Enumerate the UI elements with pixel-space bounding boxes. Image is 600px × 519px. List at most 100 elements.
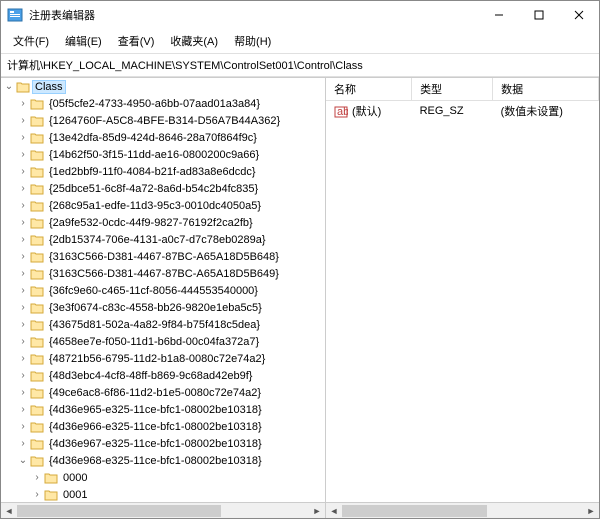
value-type: REG_SZ xyxy=(412,101,493,122)
menu-edit[interactable]: 编辑(E) xyxy=(57,31,110,51)
folder-icon xyxy=(30,166,44,178)
menu-file[interactable]: 文件(F) xyxy=(5,31,57,51)
expander-icon[interactable]: › xyxy=(17,149,29,160)
expander-icon[interactable]: › xyxy=(17,217,29,228)
expander-icon[interactable]: › xyxy=(17,200,29,211)
expander-icon[interactable]: › xyxy=(17,251,29,262)
expander-icon[interactable]: › xyxy=(31,489,43,500)
expander-icon[interactable]: › xyxy=(17,319,29,330)
tree-item-label: {48d3ebc4-4cf8-48ff-b869-9c68ad42eb9f} xyxy=(47,370,254,382)
expander-icon[interactable]: › xyxy=(17,183,29,194)
expander-icon[interactable]: ⌄ xyxy=(3,81,15,92)
col-data[interactable]: 数据 xyxy=(493,78,599,101)
folder-icon xyxy=(30,336,44,348)
tree-item[interactable]: › {4d36e966-e325-11ce-bfc1-08002be10318} xyxy=(17,418,325,435)
tree-item[interactable]: ›{4658ee7e-f050-11d1-b6bd-00c04fa372a7} xyxy=(17,333,325,350)
tree-item[interactable]: ›{4d36e965-e325-11ce-bfc1-08002be10318} xyxy=(17,401,325,418)
tree-item[interactable]: ›{268c95a1-edfe-11d3-95c3-0010dc4050a5} xyxy=(17,197,325,214)
value-row[interactable]: ab(默认) REG_SZ (数值未设置) xyxy=(326,101,599,122)
folder-icon xyxy=(30,200,44,212)
tree-item[interactable]: ›{36fc9e60-c465-11cf-8056-444553540000} xyxy=(17,282,325,299)
content: ⌄ Class ›{05f5cfe2-4733-4950-a6bb-07aad01a… xyxy=(1,77,599,502)
folder-icon xyxy=(44,489,58,501)
tree-item[interactable]: ›{05f5cfe2-4733-4950-a6bb-07aad01a3a84} xyxy=(17,95,325,112)
tree-item-label: {3163C566-D381-4467-87BC-A65A18D5B648} xyxy=(47,251,281,263)
minimize-button[interactable] xyxy=(479,1,519,29)
tree-item[interactable]: ›{2a9fe532-0cdc-44f9-9827-76192f2ca2fb} xyxy=(17,214,325,231)
values-pane[interactable]: 名称 类型 数据 ab(默认) REG_SZ (数值未设置) xyxy=(326,78,599,502)
tree-item[interactable]: › {2db15374-706e-4131-a0c7-d7c78eb0289a} xyxy=(17,231,325,248)
tree-item[interactable]: ›{1264760F-A5C8-4BFE-B314-D56A7B44A362} xyxy=(17,112,325,129)
scroll-right-icon[interactable]: ► xyxy=(309,506,325,516)
titlebar: 注册表编辑器 xyxy=(1,1,599,29)
tree-item[interactable]: › {13e42dfa-85d9-424d-8646-28a70f864f9c} xyxy=(17,129,325,146)
tree-item-label: {13e42dfa-85d9-424d-8646-28a70f864f9c} xyxy=(47,132,259,144)
tree-pane[interactable]: ⌄ Class ›{05f5cfe2-4733-4950-a6bb-07aad01a… xyxy=(1,78,326,502)
expander-icon[interactable]: › xyxy=(17,353,29,364)
expander-icon[interactable]: › xyxy=(17,115,29,126)
expander-icon[interactable]: › xyxy=(17,234,29,245)
expander-icon[interactable]: › xyxy=(17,268,29,279)
tree-item-label: 0000 xyxy=(61,472,89,484)
folder-icon xyxy=(30,285,44,297)
scroll-left-icon[interactable]: ◄ xyxy=(326,506,342,516)
tree-item-label: {43675d81-502a-4a82-9f84-b75f418c5dea} xyxy=(47,319,262,331)
tree-item[interactable]: › {43675d81-502a-4a82-9f84-b75f418c5dea} xyxy=(17,316,325,333)
col-type[interactable]: 类型 xyxy=(412,78,493,101)
tree-item[interactable]: › {48d3ebc4-4cf8-48ff-b869-9c68ad42eb9f} xyxy=(17,367,325,384)
tree-item-label: {4d36e968-e325-11ce-bfc1-08002be10318} xyxy=(47,455,264,467)
tree-item[interactable]: ›{14b62f50-3f15-11dd-ae16-0800200c9a66} xyxy=(17,146,325,163)
tree-item[interactable]: ›{48721b56-6795-11d2-b1a8-0080c72e74a2} xyxy=(17,350,325,367)
folder-icon xyxy=(30,251,44,263)
menubar: 文件(F) 编辑(E) 查看(V) 收藏夹(A) 帮助(H) xyxy=(1,29,599,54)
folder-icon xyxy=(30,370,44,382)
scroll-track-left[interactable] xyxy=(17,503,309,518)
scroll-right-icon[interactable]: ► xyxy=(583,506,599,516)
tree-item-label: {2db15374-706e-4131-a0c7-d7c78eb0289a} xyxy=(47,234,268,246)
folder-icon xyxy=(30,98,44,110)
expander-icon[interactable]: › xyxy=(17,438,29,449)
col-name[interactable]: 名称 xyxy=(326,78,412,101)
expander-icon[interactable]: › xyxy=(17,421,29,432)
tree-item[interactable]: ›0001 xyxy=(31,486,325,502)
expander-icon[interactable]: › xyxy=(17,132,29,143)
folder-icon xyxy=(16,81,30,93)
tree-item[interactable]: › {49ce6ac8-6f86-11d2-b1e5-0080c72e74a2} xyxy=(17,384,325,401)
expander-icon[interactable]: › xyxy=(17,98,29,109)
tree-item[interactable]: › 0000 xyxy=(31,469,325,486)
expander-icon[interactable]: › xyxy=(17,387,29,398)
scroll-left-icon[interactable]: ◄ xyxy=(1,506,17,516)
tree-item[interactable]: ›{3e3f0674-c83c-4558-bb26-9820e1eba5c5} xyxy=(17,299,325,316)
expander-icon[interactable]: › xyxy=(17,302,29,313)
string-value-icon: ab xyxy=(334,105,348,119)
menu-view[interactable]: 查看(V) xyxy=(110,31,163,51)
tree-item[interactable]: › {1ed2bbf9-11f0-4084-b21f-ad83a8e6dcdc} xyxy=(17,163,325,180)
expander-icon[interactable]: › xyxy=(17,370,29,381)
scroll-track-right[interactable] xyxy=(342,503,583,518)
tree-item[interactable]: › {25dbce51-6c8f-4a72-8a6d-b54c2b4fc835} xyxy=(17,180,325,197)
folder-icon xyxy=(30,115,44,127)
tree-item[interactable]: › {3163C566-D381-4467-87BC-A65A18D5B648} xyxy=(17,248,325,265)
tree-item-label: {25dbce51-6c8f-4a72-8a6d-b54c2b4fc835} xyxy=(47,183,260,195)
expander-icon[interactable]: ⌄ xyxy=(17,455,29,466)
tree-item-label: {1ed2bbf9-11f0-4084-b21f-ad83a8e6dcdc} xyxy=(47,166,258,178)
tree-item-label: {4d36e966-e325-11ce-bfc1-08002be10318} xyxy=(47,421,264,433)
tree-item[interactable]: ›{4d36e967-e325-11ce-bfc1-08002be10318} xyxy=(17,435,325,452)
tree-item-label: Class xyxy=(33,81,65,93)
value-name: (默认) xyxy=(352,106,381,118)
expander-icon[interactable]: › xyxy=(17,404,29,415)
tree-item-label: {49ce6ac8-6f86-11d2-b1e5-0080c72e74a2} xyxy=(47,387,263,399)
expander-icon[interactable]: › xyxy=(17,285,29,296)
tree-item[interactable]: ›{3163C566-D381-4467-87BC-A65A18D5B649} xyxy=(17,265,325,282)
address-bar[interactable]: 计算机\HKEY_LOCAL_MACHINE\SYSTEM\ControlSet… xyxy=(1,54,599,77)
tree-item[interactable]: ⌄ {4d36e968-e325-11ce-bfc1-08002be10318} xyxy=(17,452,325,469)
menu-help[interactable]: 帮助(H) xyxy=(226,31,279,51)
folder-icon xyxy=(30,421,44,433)
maximize-button[interactable] xyxy=(519,1,559,29)
expander-icon[interactable]: › xyxy=(17,336,29,347)
expander-icon[interactable]: › xyxy=(31,472,43,483)
menu-fav[interactable]: 收藏夹(A) xyxy=(162,31,226,51)
close-button[interactable] xyxy=(559,1,599,29)
expander-icon[interactable]: › xyxy=(17,166,29,177)
tree-item[interactable]: ⌄ Class xyxy=(3,78,325,95)
